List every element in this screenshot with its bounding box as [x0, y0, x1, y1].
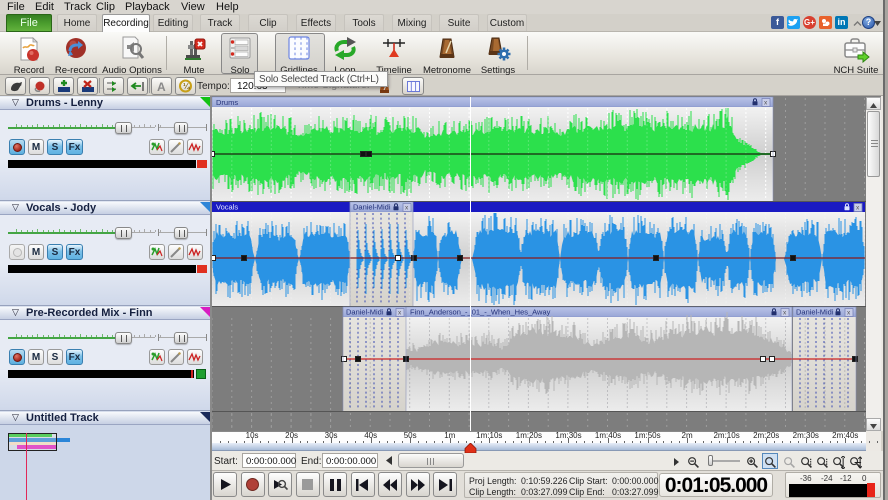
svg-text:Daniel-Midi: Daniel-Midi: [353, 203, 391, 212]
svg-text:Daniel-Midi: Daniel-Midi: [346, 308, 384, 317]
svg-text:Finn_Anderson_-_01_-_When_Hes_: Finn_Anderson_-_01_-_When_Hes_Away: [410, 308, 551, 317]
svg-text:A: A: [157, 80, 166, 93]
svg-text:Vocals: Vocals: [216, 203, 238, 212]
svg-text:Drums: Drums: [216, 98, 238, 107]
svg-text:Daniel-Midi: Daniel-Midi: [796, 308, 834, 317]
